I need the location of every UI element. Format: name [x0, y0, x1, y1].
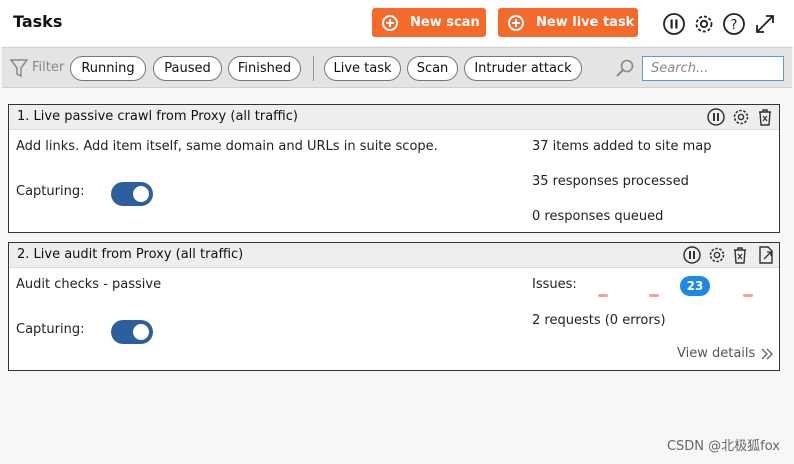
- search-icon: [616, 59, 634, 77]
- filter-chip-live-task[interactable]: Live task: [324, 56, 401, 81]
- new-live-task-button[interactable]: New live task: [498, 8, 638, 37]
- issue-severity-marker: [743, 294, 753, 297]
- task-description: Add links. Add item itself, same domain …: [16, 139, 438, 154]
- issue-severity-marker: [598, 294, 608, 297]
- new-scan-label: New scan: [410, 15, 480, 30]
- stat-responses-processed: 35 responses processed: [532, 174, 689, 189]
- issue-severity-marker: [649, 294, 659, 297]
- stat-responses-queued: 0 responses queued: [532, 209, 664, 224]
- filter-bar: Filter Running Paused Finished Live task…: [2, 47, 792, 88]
- filter-chip-scan[interactable]: Scan: [407, 56, 458, 81]
- search-input[interactable]: Search...: [642, 56, 784, 81]
- pause-icon[interactable]: [662, 12, 686, 36]
- task-card-live-audit[interactable]: 2. Live audit from Proxy (all traffic) A…: [8, 242, 780, 371]
- filter-icon: [10, 59, 28, 78]
- capturing-label: Capturing:: [16, 184, 85, 199]
- open-external-icon[interactable]: [756, 245, 776, 265]
- filter-separator: [313, 56, 314, 81]
- filter-chip-running[interactable]: Running: [70, 56, 146, 81]
- filter-label: Filter: [32, 60, 65, 75]
- help-icon[interactable]: ?: [722, 12, 746, 36]
- task-card-header: 1. Live passive crawl from Proxy (all tr…: [9, 105, 779, 130]
- capturing-toggle[interactable]: [111, 182, 153, 206]
- requests-stat: 2 requests (0 errors): [532, 313, 666, 328]
- issues-label: Issues:: [532, 277, 577, 292]
- trash-icon[interactable]: [730, 245, 750, 265]
- capturing-label: Capturing:: [16, 322, 85, 337]
- page-title: Tasks: [13, 12, 63, 31]
- chevron-double-right-icon[interactable]: [760, 347, 774, 361]
- task-description: Audit checks - passive: [16, 277, 162, 292]
- gear-icon[interactable]: [692, 12, 716, 36]
- plus-circle-icon: [508, 14, 524, 31]
- svg-text:?: ?: [731, 18, 738, 33]
- filter-chip-paused[interactable]: Paused: [153, 56, 222, 81]
- capturing-toggle[interactable]: [111, 320, 153, 344]
- gear-icon[interactable]: [707, 245, 727, 265]
- watermark: CSDN @北极狐fox: [666, 439, 780, 454]
- task-card-header: 2. Live audit from Proxy (all traffic): [9, 243, 779, 268]
- filter-chip-intruder-attack[interactable]: Intruder attack: [464, 56, 582, 81]
- pause-icon[interactable]: [706, 107, 726, 127]
- task-card-live-passive-crawl[interactable]: 1. Live passive crawl from Proxy (all tr…: [8, 104, 780, 233]
- expand-icon[interactable]: [753, 12, 777, 36]
- new-scan-button[interactable]: New scan: [372, 8, 486, 37]
- issues-count-badge[interactable]: 23: [680, 276, 710, 296]
- task-title: 2. Live audit from Proxy (all traffic): [17, 247, 244, 262]
- filter-chip-finished[interactable]: Finished: [228, 56, 301, 81]
- stat-items-added: 37 items added to site map: [532, 139, 712, 154]
- task-title: 1. Live passive crawl from Proxy (all tr…: [17, 109, 298, 124]
- gear-icon[interactable]: [731, 107, 751, 127]
- new-live-task-label: New live task: [536, 15, 635, 30]
- tasks-header: Tasks New scan New live task ?: [0, 0, 794, 46]
- plus-circle-icon: [382, 14, 398, 31]
- trash-icon[interactable]: [755, 107, 775, 127]
- view-details-link[interactable]: View details: [677, 346, 755, 361]
- pause-icon[interactable]: [682, 245, 702, 265]
